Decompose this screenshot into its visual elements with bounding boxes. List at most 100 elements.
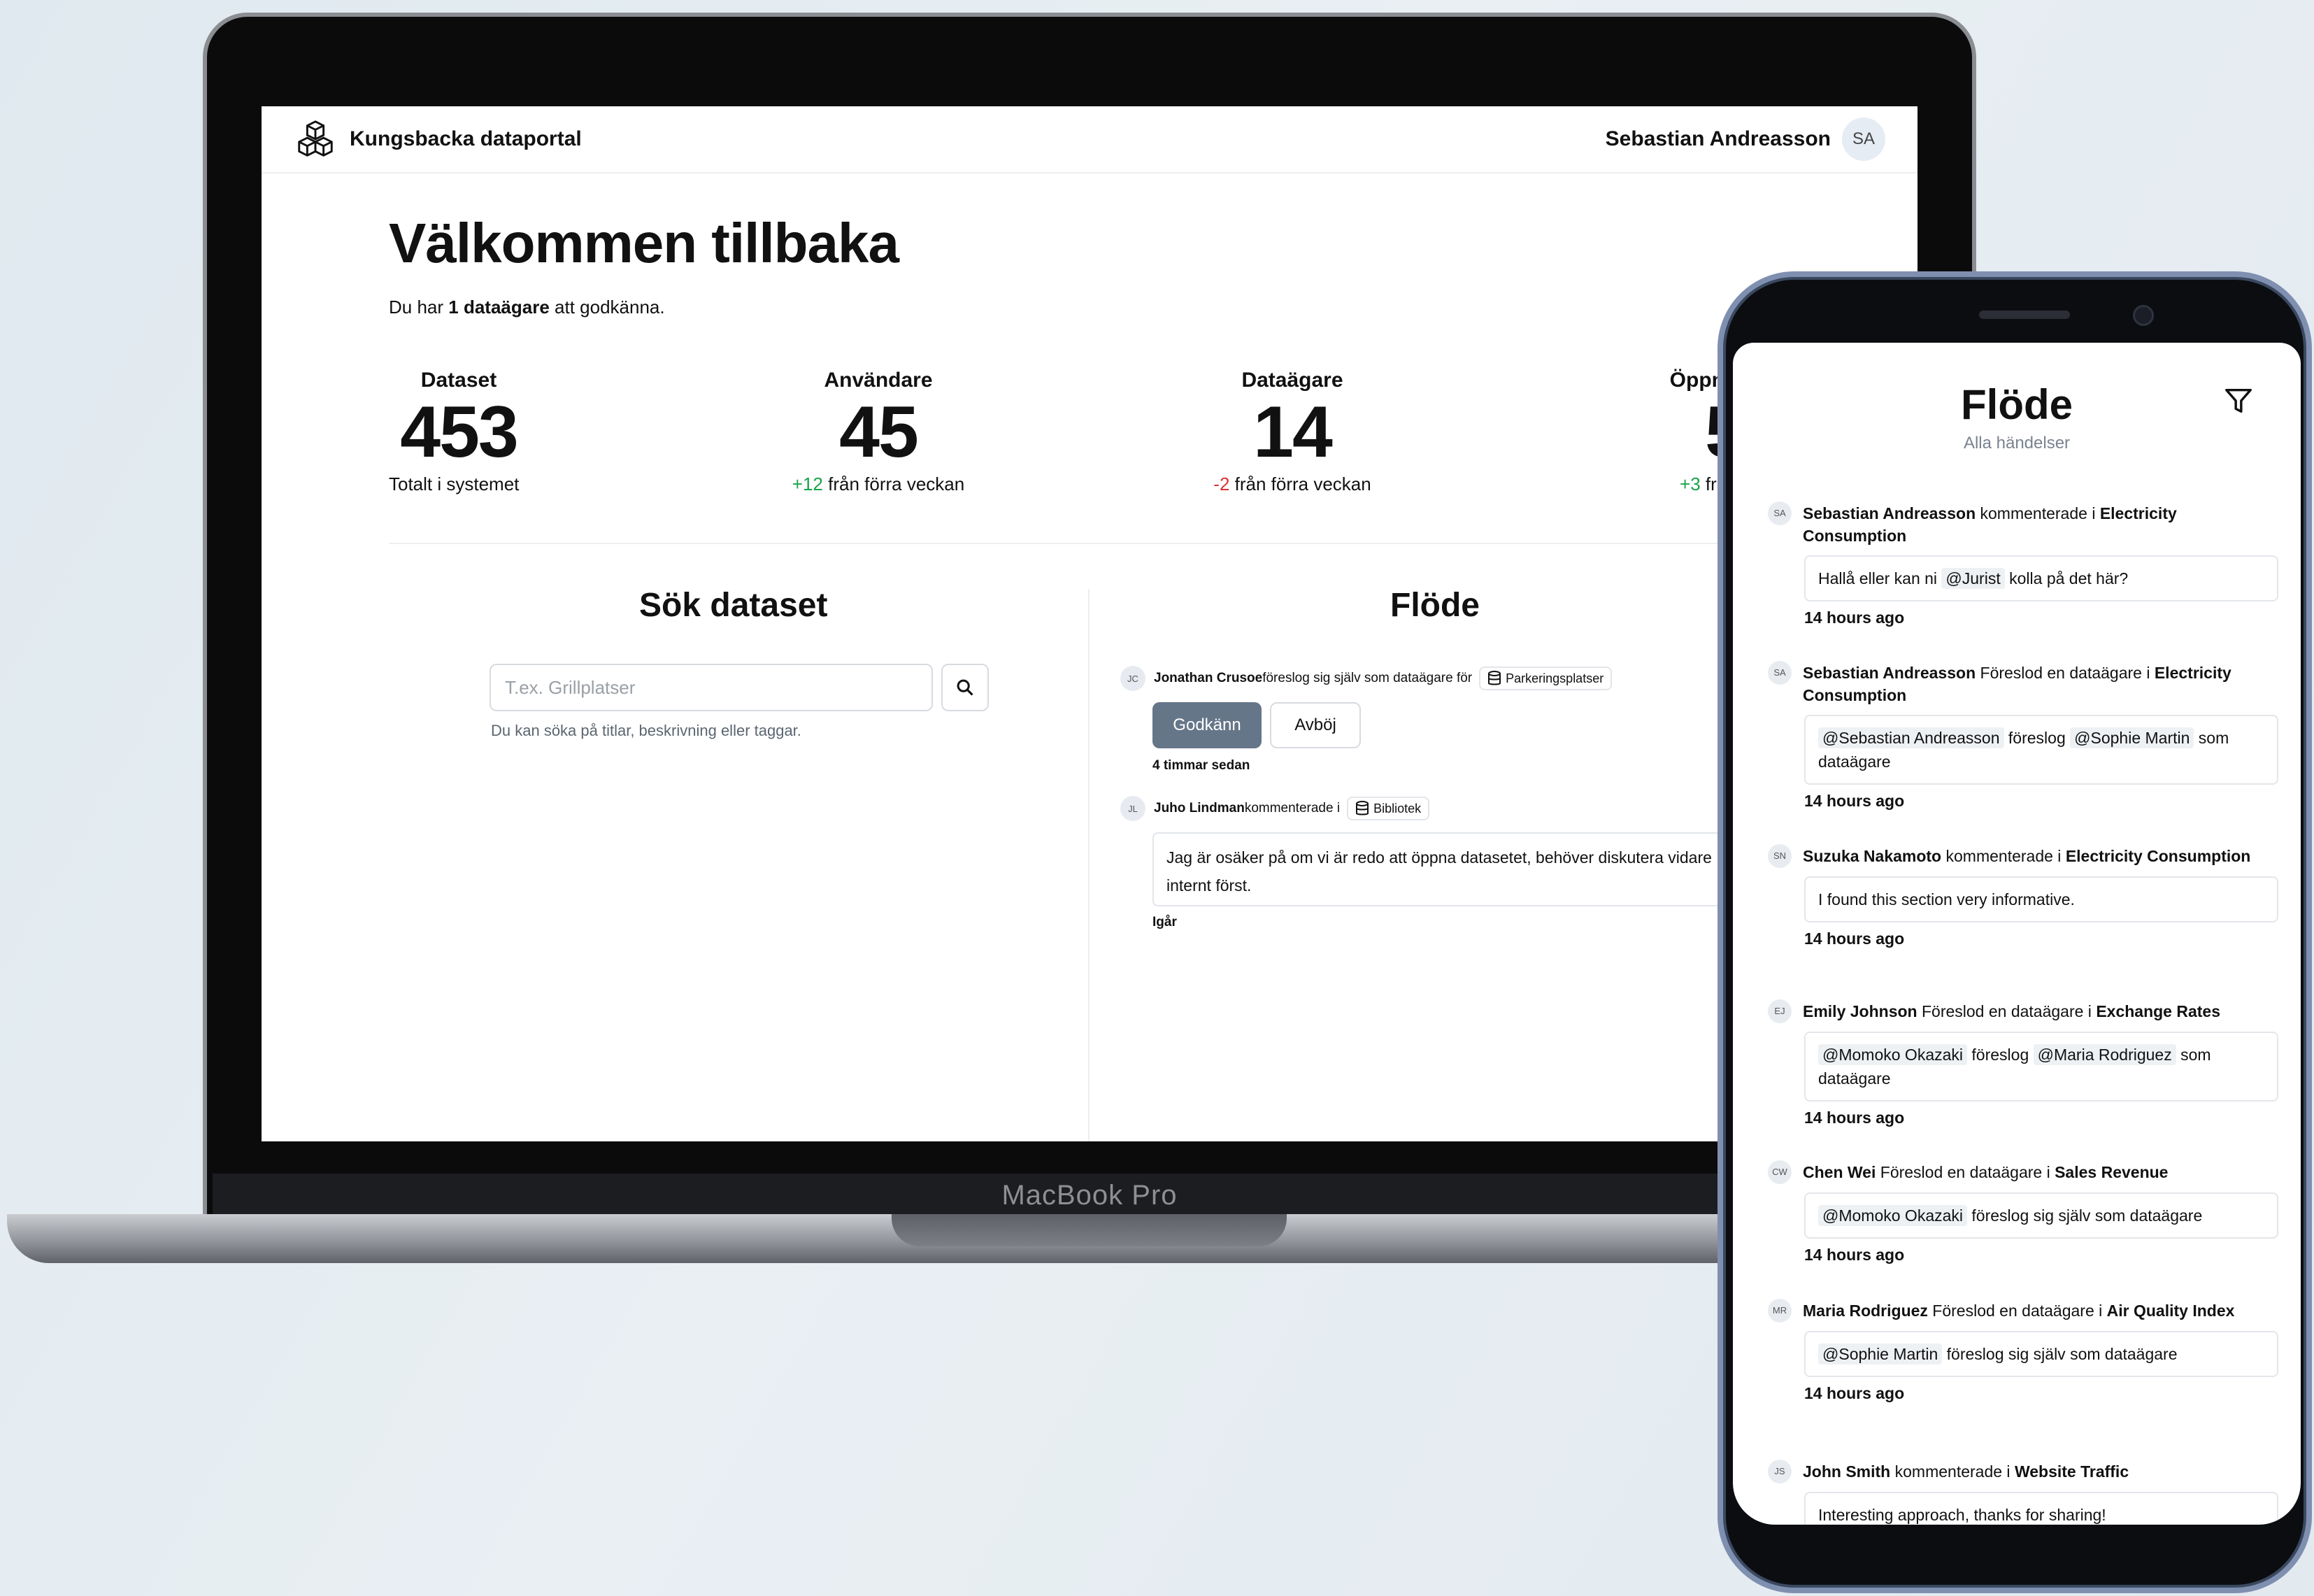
dataset-name: Bibliotek [1373,801,1422,815]
stat-note: -2 från förra veckan [1180,473,1404,495]
item-message: @Sophie Martin föreslog sig själv som da… [1804,1331,2278,1377]
list-item: SA Sebastian Andreasson Föreslod en data… [1768,661,2278,811]
mention[interactable]: @Sophie Martin [1818,1344,1943,1365]
feed-user[interactable]: Jonathan Crusoe [1154,671,1262,686]
dataset-chip[interactable]: Bibliotek [1347,797,1430,820]
search-button[interactable] [941,664,989,711]
divider [389,543,1917,544]
stat-note-text: från förra veckan [1229,473,1371,494]
list-item: JS John Smith kommenterade i Website Tra… [1768,1460,2278,1525]
feed-item: JL Juho Lindman kommenterade i Bibliotek [1120,796,1430,821]
mention[interactable]: @Maria Rodriguez [2033,1044,2176,1065]
search-icon [957,679,973,696]
item-target[interactable]: Website Traffic [2015,1462,2129,1481]
item-user[interactable]: Chen Wei [1803,1163,1876,1181]
mention[interactable]: @Sophie Martin [2070,727,2194,748]
comment-text: Jag är osäker på om vi är redo att öppna… [1152,832,1726,906]
stat-delta: -2 [1213,473,1230,494]
phone-speaker [1979,311,2070,319]
stat-dataset: Dataset 453 Totalt i systemet [389,369,529,495]
item-header: John Smith kommenterade i Website Traffi… [1803,1460,2129,1483]
laptop-notch [892,1214,1287,1246]
feed-user[interactable]: Juho Lindman [1154,801,1245,816]
feed-title: Flöde [1390,587,1480,624]
reject-button[interactable]: Avböj [1270,702,1361,748]
mention[interactable]: @Momoko Okazaki [1818,1044,1968,1065]
msg-text: föreslog [1967,1046,2034,1064]
avatar[interactable]: SA [1842,117,1885,161]
search-title: Sök dataset [639,587,828,624]
avatar[interactable]: JS [1768,1460,1792,1483]
item-user[interactable]: Sebastian Andreasson [1803,664,1976,682]
msg-text: föreslog [2004,729,2071,747]
timestamp: 14 hours ago [1804,1246,1905,1264]
feed-item: JC Jonathan Crusoe föreslog sig själv so… [1120,666,1613,691]
dataset-name: Parkeringsplatser [1506,671,1604,685]
item-user[interactable]: Sebastian Andreasson [1803,504,1976,522]
dataset-chip[interactable]: Parkeringsplatser [1479,667,1613,690]
stat-delta: +3 [1680,473,1701,494]
stat-value: 45 [839,392,919,473]
stat-label: Dataägare [1241,369,1343,392]
item-target[interactable]: Exchange Rates [2096,1002,2220,1020]
cubes-logo-icon[interactable] [294,117,337,161]
avatar[interactable]: SA [1768,661,1792,685]
item-action: Föreslod en dataägare i [1976,664,2155,682]
pending-suffix: att godkänna. [549,297,665,318]
stat-value: 14 [1253,392,1333,473]
stat-note: +12 från förra veckan [766,473,990,495]
database-icon [1356,801,1369,815]
stat-note-text: från förra veckan [822,473,965,494]
avatar[interactable]: CW [1768,1160,1792,1184]
item-message: @Momoko Okazaki föreslog sig själv som d… [1804,1192,2278,1239]
pending-approvals-text: Du har 1 dataägare att godkänna. [389,297,665,318]
item-message: @Momoko Okazaki föreslog @Maria Rodrigue… [1804,1032,2278,1102]
list-item: EJ Emily Johnson Föreslod en dataägare i… [1768,999,2278,1127]
top-nav: Kungsbacka dataportal Sebastian Andreass… [262,106,1917,173]
item-header: Sebastian Andreasson kommenterade i Elec… [1803,502,2278,547]
item-action: kommenterade i [1890,1462,2015,1481]
stat-note: Totalt i systemet [389,473,520,494]
avatar[interactable]: EJ [1768,999,1792,1023]
approve-button[interactable]: Godkänn [1152,702,1262,748]
timestamp: 4 timmar sedan [1152,758,1250,773]
item-message: I found this section very informative. [1804,876,2278,922]
brand-name[interactable]: Kungsbacka dataportal [350,127,582,151]
item-user[interactable]: Suzuka Nakamoto [1803,847,1941,865]
filter-icon[interactable] [2222,385,2255,417]
item-target[interactable]: Sales Revenue [2055,1163,2168,1181]
item-header: Emily Johnson Föreslod en dataägare i Ex… [1803,1000,2220,1023]
avatar[interactable]: MR [1768,1299,1792,1323]
item-message: Interesting approach, thanks for sharing… [1804,1492,2278,1525]
stat-value: 453 [400,392,519,473]
avatar[interactable]: SA [1768,501,1792,525]
database-icon [1488,671,1501,685]
stat-owners: Dataägare 14 -2 från förra veckan [1180,369,1404,495]
timestamp: 14 hours ago [1804,1109,1905,1127]
item-user[interactable]: John Smith [1803,1462,1890,1481]
item-header: Maria Rodriguez Föreslod en dataägare i … [1803,1299,2234,1323]
item-message: @Sebastian Andreasson föreslog @Sophie M… [1804,715,2278,785]
item-user[interactable]: Emily Johnson [1803,1002,1917,1020]
mention[interactable]: @Sebastian Andreasson [1818,727,2004,748]
item-user[interactable]: Maria Rodriguez [1803,1302,1928,1320]
avatar[interactable]: SN [1768,844,1792,868]
avatar[interactable]: JL [1120,796,1145,821]
avatar[interactable]: JC [1120,666,1145,691]
item-action: Föreslod en dataägare i [1876,1163,2055,1181]
item-header: Chen Wei Föreslod en dataägare i Sales R… [1803,1161,2168,1184]
item-action: kommenterade i [1941,847,2066,865]
user-name: Sebastian Andreasson [1605,127,1831,150]
feed-action: kommenterade i [1244,801,1341,815]
item-action: Föreslod en dataägare i [1917,1002,2097,1020]
stat-label: Användare [824,369,933,392]
laptop-label: MacBook Pro [213,1174,1966,1217]
item-target[interactable]: Air Quality Index [2107,1302,2235,1320]
user-menu[interactable]: Sebastian Andreasson SA [1606,117,1885,161]
stat-delta: +12 [792,473,823,494]
mention[interactable]: @Momoko Okazaki [1818,1205,1968,1226]
item-target[interactable]: Electricity Consumption [2066,847,2251,865]
mention[interactable]: @Jurist [1941,568,2005,589]
item-action: kommenterade i [1976,504,2100,522]
search-input[interactable]: T.ex. Grillplatser [490,664,933,711]
